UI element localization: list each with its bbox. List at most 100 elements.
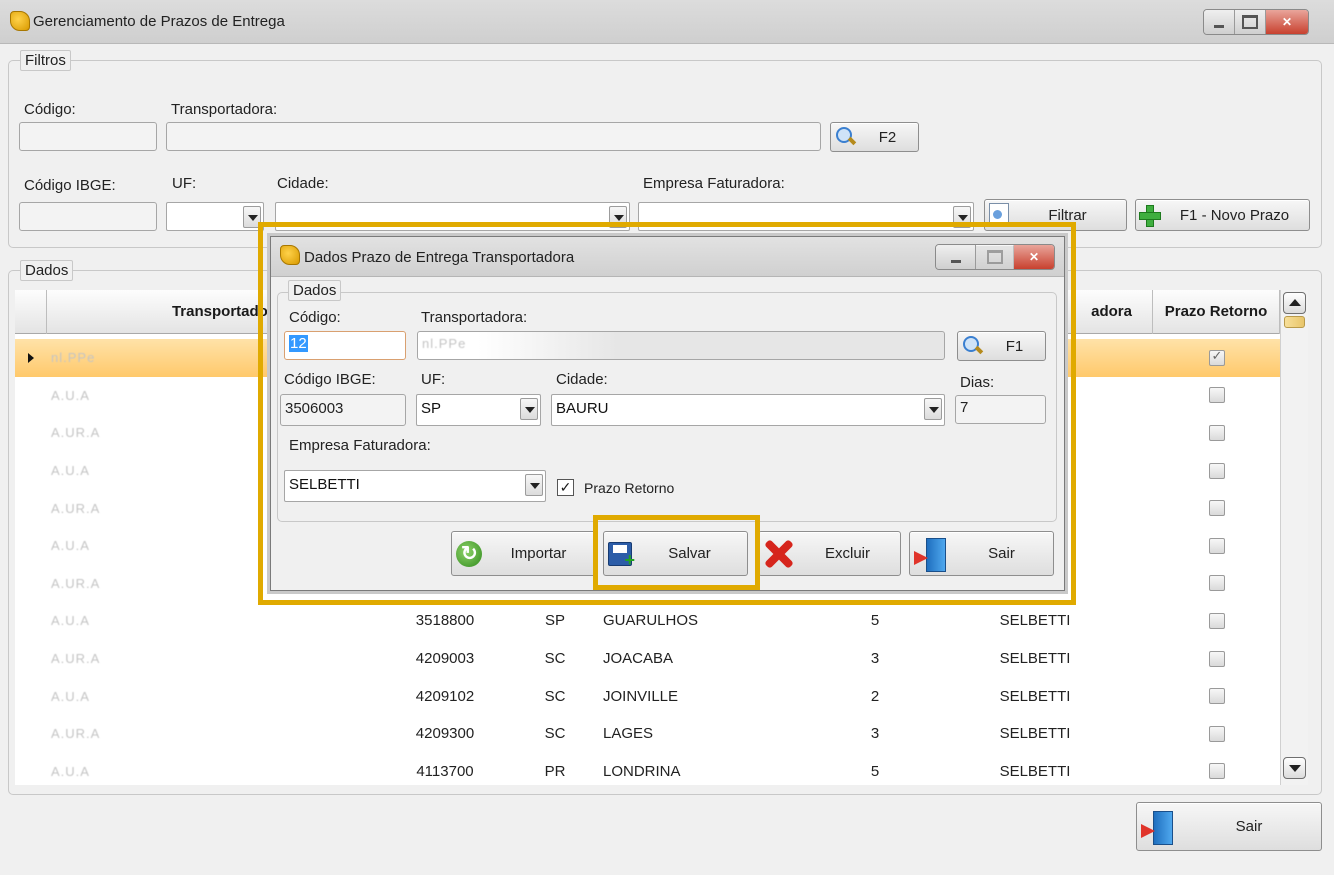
column-transportadora[interactable]: Transportadora — [47, 290, 287, 334]
cell-transportadora-text: A.U.A — [51, 538, 90, 554]
cell-prazo-retorno[interactable] — [1153, 452, 1280, 490]
scroll-up-button[interactable] — [1283, 292, 1306, 314]
prazo-retorno-checkbox[interactable] — [1208, 763, 1225, 780]
cell-codigo-ibge-text: 4209300 — [415, 725, 475, 743]
cell-transportadora: A.U.A — [51, 452, 251, 490]
cell-codigo-ibge: 3518800 — [395, 602, 495, 640]
dialog-uf-select[interactable]: SP — [416, 394, 541, 426]
maximize-button[interactable] — [1235, 10, 1266, 34]
row-indicator — [15, 489, 47, 527]
transportadora-filter-input[interactable] — [166, 122, 821, 151]
cell-dias-text: 3 — [870, 650, 880, 668]
uf-filter-select[interactable] — [166, 202, 264, 231]
cell-cidade: JOACABA — [603, 640, 763, 678]
dialog-codigo-value: 12 — [289, 335, 308, 352]
cell-uf-text: SC — [544, 725, 566, 743]
prazo-retorno-checkbox[interactable] — [1208, 725, 1225, 742]
prazo-retorno-checkbox[interactable] — [1208, 688, 1225, 705]
dialog-sair-button[interactable]: Sair — [909, 531, 1054, 576]
table-row[interactable]: A.UR.A 4209300 SC LAGES 3 SELBETTI — [15, 715, 1280, 753]
table-row[interactable]: A.U.A 4209102 SC JOINVILLE 2 SELBETTI — [15, 677, 1280, 715]
grid-vertical-scrollbar[interactable] — [1280, 290, 1308, 785]
cell-prazo-retorno[interactable] — [1153, 715, 1280, 753]
cell-dias-text: 3 — [870, 725, 880, 743]
codigo-ibge-filter-input[interactable] — [19, 202, 157, 231]
prazo-retorno-checkbox[interactable] — [1208, 348, 1225, 366]
search-icon — [962, 335, 984, 357]
cell-codigo-ibge-text: 4209003 — [415, 650, 475, 668]
dialog-cidade-value: BAURU — [556, 400, 609, 417]
prazo-retorno-checkbox[interactable] — [1208, 387, 1225, 404]
cell-transportadora: A.UR.A — [51, 565, 251, 603]
cell-uf-text: SC — [544, 650, 566, 668]
table-row[interactable]: A.U.A 4113700 PR LONDRINA 5 SELBETTI — [15, 753, 1280, 785]
close-button[interactable]: ✕ — [1266, 10, 1308, 34]
row-indicator — [15, 377, 47, 415]
cell-prazo-retorno[interactable] — [1153, 565, 1280, 603]
cell-prazo-retorno[interactable] — [1153, 602, 1280, 640]
cell-prazo-retorno[interactable] — [1153, 339, 1280, 377]
prazo-retorno-checkbox[interactable] — [1208, 462, 1225, 479]
cell-transportadora: nl.PPe — [51, 339, 251, 377]
chevron-down-icon[interactable] — [924, 398, 942, 420]
cell-empresa-text: SELBETTI — [999, 687, 1071, 705]
window-controls: ✕ — [1203, 9, 1309, 35]
cell-codigo-ibge: 4209300 — [395, 715, 495, 753]
f2-search-button[interactable]: F2 — [830, 122, 919, 152]
row-header-cell — [15, 290, 47, 334]
cell-prazo-retorno[interactable] — [1153, 677, 1280, 715]
dialog-close-button[interactable]: ✕ — [1014, 245, 1054, 269]
cell-cidade-text: LONDRINA — [603, 762, 681, 780]
prazo-retorno-checkbox[interactable] — [1208, 650, 1225, 667]
codigo-filter-input[interactable] — [19, 122, 157, 151]
prazo-retorno-checkbox[interactable] — [1208, 424, 1225, 441]
chevron-down-icon[interactable] — [520, 398, 538, 420]
dialog-prazo-retorno-checkbox[interactable]: ✓ — [557, 479, 574, 496]
minimize-button[interactable] — [1204, 10, 1235, 34]
dialog-codigo-label: Código: — [289, 309, 341, 326]
main-sair-button[interactable]: Sair — [1136, 802, 1322, 851]
chevron-down-icon[interactable] — [525, 474, 543, 496]
row-indicator — [15, 602, 47, 640]
cell-empresa: SELBETTI — [975, 753, 1095, 785]
row-indicator — [15, 753, 47, 785]
dialog-window-controls: ✕ — [935, 244, 1055, 270]
cell-prazo-retorno[interactable] — [1153, 377, 1280, 415]
prazo-retorno-checkbox[interactable] — [1208, 612, 1225, 629]
table-row[interactable]: A.UR.A 4209003 SC JOACABA 3 SELBETTI — [15, 640, 1280, 678]
exit-door-icon — [914, 537, 950, 572]
dialog-maximize-button — [976, 245, 1014, 269]
dialog-codigo-ibge-input[interactable]: 3506003 — [280, 394, 406, 426]
cell-prazo-retorno[interactable] — [1153, 753, 1280, 785]
dialog-group-title: Dados — [288, 280, 342, 301]
dialog-transportadora-input[interactable]: nl.PPe — [417, 331, 945, 360]
excluir-button[interactable]: Excluir — [758, 531, 901, 576]
prazo-retorno-checkbox[interactable] — [1208, 537, 1225, 554]
novo-prazo-label: F1 - Novo Prazo — [1179, 206, 1290, 224]
importar-button[interactable]: Importar — [451, 531, 596, 576]
app-logo-icon — [10, 11, 30, 31]
table-row[interactable]: A.U.A 3518800 SP GUARULHOS 5 SELBETTI — [15, 602, 1280, 640]
dialog-uf-label: UF: — [421, 371, 446, 388]
prazo-retorno-checkbox[interactable] — [1208, 500, 1225, 517]
dialog-minimize-button[interactable] — [936, 245, 976, 269]
dialog-f1-search-button[interactable]: F1 — [957, 331, 1046, 361]
cell-dias: 5 — [835, 602, 915, 640]
prazo-retorno-checkbox[interactable] — [1208, 575, 1225, 592]
dialog-codigo-input[interactable]: 12 — [284, 331, 406, 360]
scroll-down-button[interactable] — [1283, 757, 1306, 779]
scroll-thumb[interactable] — [1284, 316, 1305, 328]
cell-uf: SC — [525, 677, 585, 715]
cell-prazo-retorno[interactable] — [1153, 527, 1280, 565]
cell-prazo-retorno[interactable] — [1153, 414, 1280, 452]
cell-transportadora: A.UR.A — [51, 414, 251, 452]
dialog-dias-input[interactable]: 7 — [955, 395, 1046, 424]
cell-prazo-retorno[interactable] — [1153, 640, 1280, 678]
window-title: Gerenciamento de Prazos de Entrega — [33, 13, 285, 30]
dialog-cidade-select[interactable]: BAURU — [551, 394, 945, 426]
cell-prazo-retorno[interactable] — [1153, 489, 1280, 527]
novo-prazo-button[interactable]: F1 - Novo Prazo — [1135, 199, 1310, 231]
dialog-empresa-select[interactable]: SELBETTI — [284, 470, 546, 502]
column-prazo-retorno[interactable]: Prazo Retorno — [1153, 290, 1280, 334]
cell-dias-text: 2 — [870, 687, 880, 705]
